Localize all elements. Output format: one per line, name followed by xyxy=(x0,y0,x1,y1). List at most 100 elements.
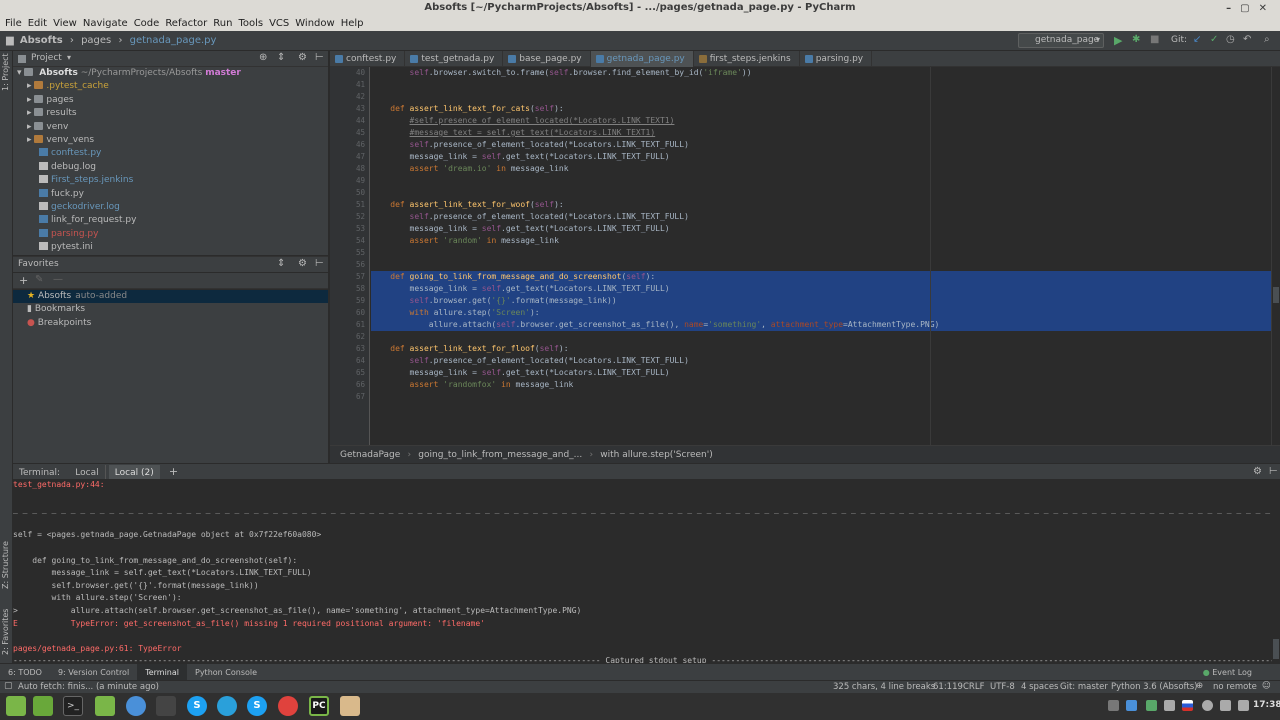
desktop-icon[interactable] xyxy=(33,696,53,716)
code-line[interactable]: message_link = self.get_text(*Locators.L… xyxy=(371,151,1271,163)
editor-tab[interactable]: first_steps.jenkins xyxy=(694,51,800,67)
tree-item[interactable]: debug.log xyxy=(13,161,328,174)
code-line[interactable]: #message_text = self.get_text(*Locators.… xyxy=(371,127,1271,139)
editor-tab[interactable]: test_getnada.py xyxy=(405,51,504,67)
event-log-button[interactable]: ● Event Log xyxy=(1203,664,1252,681)
debug-icon[interactable]: ✱ xyxy=(1132,34,1140,45)
editor-tab[interactable]: parsing.py xyxy=(800,51,873,67)
menu-item-code[interactable]: Code xyxy=(131,16,163,31)
menu-item-run[interactable]: Run xyxy=(210,16,235,31)
tool-window-tab[interactable]: Python Console xyxy=(187,664,265,681)
run-config-select[interactable]: getnada_page ▾ xyxy=(1018,33,1104,48)
menu-item-refactor[interactable]: Refactor xyxy=(162,16,210,31)
menu-icon[interactable] xyxy=(6,696,26,716)
status-toggle-icon[interactable]: ▢ xyxy=(4,681,13,691)
project-view-select[interactable]: Project xyxy=(31,53,62,63)
favorite-item[interactable]: ▮ Bookmarks xyxy=(13,303,328,316)
hide-icon[interactable]: ⊢ xyxy=(315,52,324,63)
structure-tool-tab[interactable]: Z: Structure xyxy=(1,541,10,589)
tree-item[interactable]: ▸ venv_vens xyxy=(13,134,328,147)
code-line[interactable]: def assert_link_text_for_woof(self): xyxy=(371,199,1271,211)
code-line[interactable]: def going_to_link_from_message_and_do_sc… xyxy=(371,271,1271,283)
tree-item[interactable]: link_for_request.py xyxy=(13,214,328,227)
tree-item[interactable]: geckodriver.log xyxy=(13,201,328,214)
tree-item[interactable]: fuck.py xyxy=(13,188,328,201)
nav-crumb-project[interactable]: Absofts xyxy=(20,31,63,51)
terminal-app-icon[interactable]: >_ xyxy=(63,696,83,716)
user-icon[interactable]: ☺ xyxy=(1262,681,1271,691)
tree-item[interactable]: ▸ .pytest_cache xyxy=(13,80,328,93)
tree-item[interactable]: pytest.ini xyxy=(13,241,328,254)
code-line[interactable]: assert 'random' in message_link xyxy=(371,235,1271,247)
code-line[interactable]: self.presence_of_element_located(*Locato… xyxy=(371,139,1271,151)
status-indent[interactable]: 4 spaces xyxy=(1021,682,1058,692)
menu-item-navigate[interactable]: Navigate xyxy=(80,16,131,31)
menu-item-help[interactable]: Help xyxy=(338,16,367,31)
hide-icon[interactable]: ⊢ xyxy=(315,258,324,269)
code-line[interactable]: self.presence_of_element_located(*Locato… xyxy=(371,211,1271,223)
editor-tab[interactable]: getnada_page.py xyxy=(590,51,694,67)
stop-icon[interactable]: ■ xyxy=(1150,34,1159,45)
editor-tab[interactable]: base_page.py xyxy=(503,51,591,67)
tree-item[interactable]: ▸ results xyxy=(13,107,328,120)
collapse-icon[interactable]: ⇕ xyxy=(277,52,285,63)
breadcrumb-method[interactable]: going_to_link_from_message_and_... xyxy=(418,446,582,464)
tree-item[interactable]: conftest.py xyxy=(13,147,328,160)
gear-icon[interactable]: ⚙ xyxy=(298,52,307,63)
status-line-separator[interactable]: CRLF xyxy=(963,682,984,692)
code-line[interactable]: message_link = self.get_text(*Locators.L… xyxy=(371,283,1271,295)
breadcrumb-block[interactable]: with allure.step('Screen') xyxy=(600,446,712,464)
menu-item-vcs[interactable]: VCS xyxy=(266,16,292,31)
favorite-item[interactable]: ● Breakpoints xyxy=(13,317,328,330)
code-line[interactable] xyxy=(371,259,1271,271)
tray-icon[interactable] xyxy=(1146,700,1157,711)
code-editor[interactable]: self.browser.switch_to.frame(self.browse… xyxy=(371,67,1271,445)
project-tool-tab[interactable]: 1: Project xyxy=(1,53,10,91)
tree-item[interactable]: parsing.py xyxy=(13,228,328,241)
menu-item-view[interactable]: View xyxy=(50,16,80,31)
volume-icon[interactable] xyxy=(1220,700,1231,711)
code-line[interactable] xyxy=(371,91,1271,103)
pycharm-icon[interactable]: PC xyxy=(309,696,329,716)
favorites-tool-tab[interactable]: 2: Favorites xyxy=(1,609,10,655)
nav-crumb-folder[interactable]: pages xyxy=(81,31,111,51)
remove-icon[interactable]: — xyxy=(53,274,63,285)
code-line[interactable]: assert 'dream.io' in message_link xyxy=(371,163,1271,175)
code-line[interactable] xyxy=(371,187,1271,199)
hide-icon[interactable]: ⊢ xyxy=(1263,464,1280,480)
status-encoding[interactable]: UTF-8 xyxy=(990,682,1015,692)
shield-icon[interactable] xyxy=(1126,700,1137,711)
tree-item[interactable]: ▸ venv xyxy=(13,121,328,134)
code-line[interactable] xyxy=(371,391,1271,403)
code-line[interactable]: message_link = self.get_text(*Locators.L… xyxy=(371,367,1271,379)
scroll-thumb[interactable] xyxy=(1273,639,1279,659)
menu-item-file[interactable]: File xyxy=(2,16,25,31)
tree-root[interactable]: ▾ Absofts ~/PycharmProjects/Absofts mast… xyxy=(13,67,328,80)
menu-item-edit[interactable]: Edit xyxy=(25,16,50,31)
menu-item-tools[interactable]: Tools xyxy=(235,16,266,31)
editor-scrollbar[interactable] xyxy=(1271,67,1280,445)
tree-item[interactable]: ▸ pages xyxy=(13,94,328,107)
terminal-output[interactable]: test_getnada.py:44: _ _ _ _ _ _ _ _ _ _ _… xyxy=(13,479,1272,663)
code-line[interactable]: self.presence_of_element_located(*Locato… xyxy=(371,355,1271,367)
tool-window-tab[interactable]: 6: TODO xyxy=(0,664,50,681)
chrome-icon[interactable] xyxy=(278,696,298,716)
status-position[interactable]: 61:119 xyxy=(933,682,963,692)
code-line[interactable] xyxy=(371,247,1271,259)
favorite-item[interactable]: ★ Absofts auto-added xyxy=(13,290,328,304)
tray-icon[interactable] xyxy=(1108,700,1119,711)
git-update-icon[interactable]: ↙ xyxy=(1193,34,1201,45)
tool-window-tab[interactable]: Terminal xyxy=(137,664,187,681)
skype-icon[interactable]: S xyxy=(187,696,207,716)
bluetooth-icon[interactable] xyxy=(1164,700,1175,711)
gear-icon[interactable]: ⚙ xyxy=(298,258,307,269)
wifi-icon[interactable] xyxy=(1202,700,1213,711)
revert-icon[interactable]: ↶ xyxy=(1243,34,1251,45)
git-commit-icon[interactable]: ✓ xyxy=(1210,34,1218,45)
skype-icon[interactable]: S xyxy=(247,696,267,716)
code-line[interactable]: self.browser.get('{}'.format(message_lin… xyxy=(371,295,1271,307)
scroll-thumb[interactable] xyxy=(1273,287,1279,303)
telegram-icon[interactable] xyxy=(217,696,237,716)
edit-icon[interactable]: ✎ xyxy=(35,274,43,285)
code-line[interactable] xyxy=(371,175,1271,187)
